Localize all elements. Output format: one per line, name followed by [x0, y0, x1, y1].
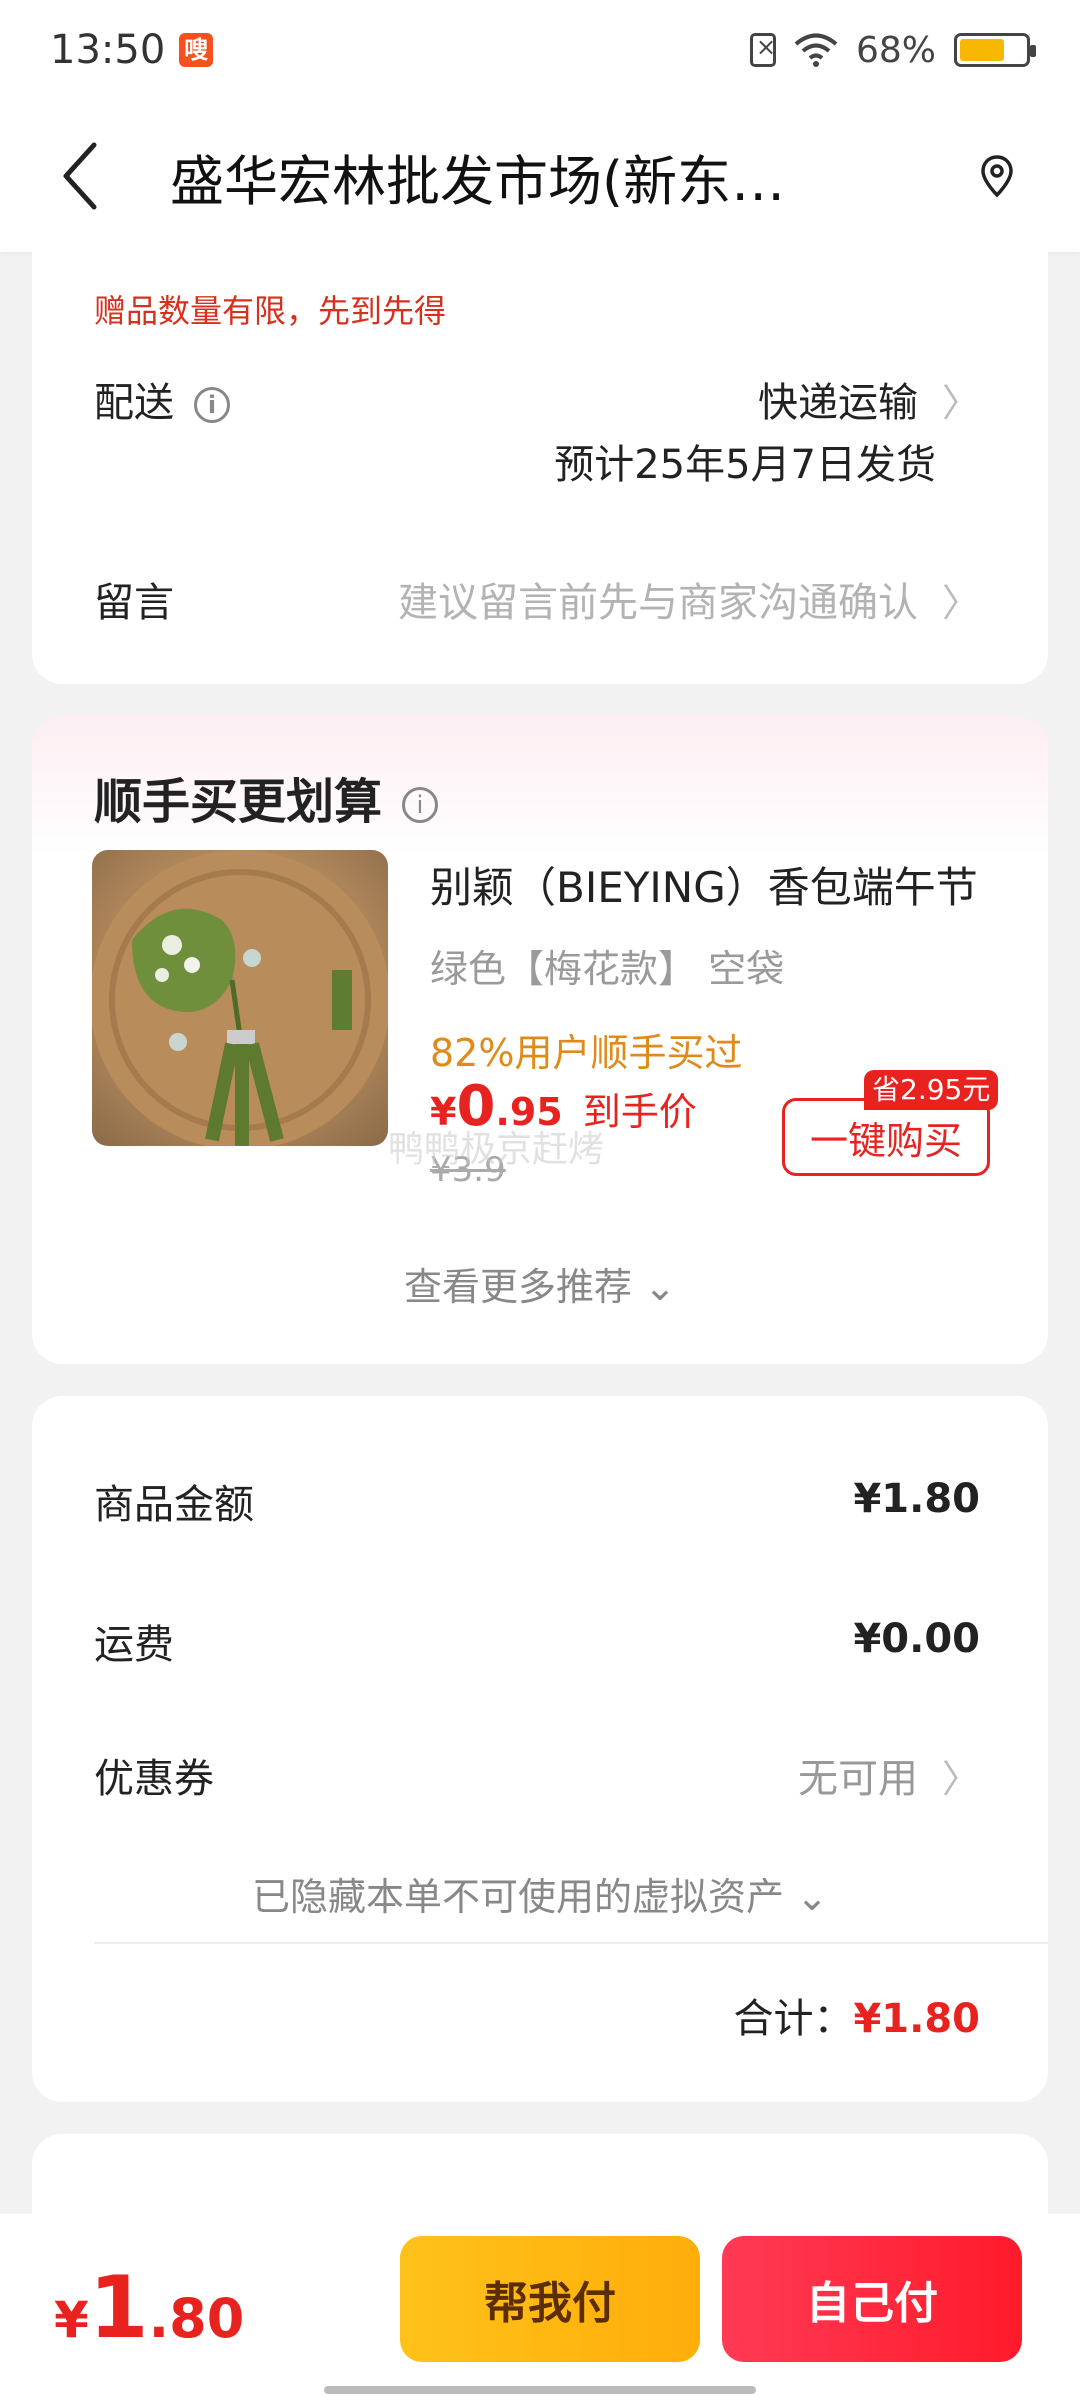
message-label: 留言 [94, 580, 174, 626]
delivery-label: 配送 [94, 380, 174, 426]
help-me-pay-button[interactable]: 帮我付 [400, 2236, 700, 2362]
bottom-total-price: ¥1.80 [54, 2258, 244, 2358]
info-icon[interactable]: i [194, 387, 230, 423]
chevron-right-icon: 〉 [941, 381, 980, 425]
total-row: 合计：¥1.80 [733, 1986, 980, 2044]
back-arrow-icon [63, 142, 97, 210]
delivery-method[interactable]: 快递运输〉 [758, 370, 980, 428]
total-label: 合计： [733, 1996, 854, 2042]
pay-myself-button[interactable]: 自己付 [722, 2236, 1022, 2362]
status-time: 13:50 [50, 27, 166, 73]
bottom-action-bar: ¥1.80 帮我付 自己付 [0, 2214, 1080, 2400]
battery-icon [954, 33, 1036, 67]
info-icon[interactable]: i [402, 787, 439, 823]
coupon-selector[interactable]: 无可用〉 [798, 1746, 980, 1804]
back-button[interactable] [60, 136, 120, 216]
product-spec: 绿色【梅花款】 空袋 [430, 947, 785, 991]
sim-icon [749, 33, 776, 67]
status-right: 68% [749, 29, 1036, 71]
bottom-currency: ¥ [54, 2291, 89, 2349]
delivery-eta: 预计25年5月7日发货 [554, 442, 936, 488]
wifi-icon [794, 33, 838, 67]
home-indicator[interactable] [324, 2386, 756, 2394]
delivery-label-row: 配送 i [94, 370, 230, 428]
gift-notice: 赠品数量有限，先到先得 [94, 292, 447, 330]
bottom-price-integer: 1 [88, 2258, 149, 2358]
hidden-assets-toggle[interactable]: 已隐藏本单不可使用的虚拟资产 ⌄ [32, 1866, 1048, 1921]
watermark: 鸭鸭极京赶烤 [388, 1129, 605, 1170]
sachet-image [92, 850, 388, 1146]
message-placeholder: 建议留言前先与商家沟通确认 [397, 580, 918, 626]
delivery-method-text: 快递运输 [757, 380, 918, 426]
save-badge: 省2.95元 [864, 1070, 999, 1110]
status-bar: 13:50 嗖 68% [0, 0, 1080, 100]
recommend-card: 顺手买更划算 i 别颖（BIEYING）香包端午节 绿色【梅花款】 空袋 82%用… [32, 716, 1048, 1364]
message-field[interactable]: 建议留言前先与商家沟通确认〉 [398, 570, 980, 628]
location-pin-icon[interactable] [974, 153, 1020, 199]
page-title: 盛华宏林批发市场(新东… [170, 149, 786, 213]
coupon-label: 优惠券 [94, 1756, 214, 1802]
more-recommendations-link[interactable]: 查看更多推荐 ⌄ [32, 1256, 1048, 1311]
bottom-price-decimal: .80 [148, 2287, 245, 2350]
goods-amount-label: 商品金额 [94, 1482, 254, 1528]
recommend-title: 顺手买更划算 [94, 774, 383, 830]
order-info-card: 赠品数量有限，先到先得 配送 i 快递运输〉 预计25年5月7日发货 留言 建议留… [32, 252, 1048, 684]
coupon-value: 无可用 [797, 1756, 918, 1802]
recommend-title-row: 顺手买更划算 i [94, 762, 439, 832]
price-summary-card: 商品金额 ¥1.80 运费 ¥0.00 优惠券 无可用〉 已隐藏本单不可使用的虚… [32, 1396, 1048, 2102]
total-value: ¥1.80 [853, 1996, 980, 2042]
bought-rate: 82%用户顺手买过 [430, 1031, 743, 1075]
goods-amount-value: ¥1.80 [853, 1476, 980, 1522]
app-notification-icon: 嗖 [179, 33, 214, 67]
product-name[interactable]: 别颖（BIEYING）香包端午节 [430, 854, 990, 915]
shipping-label: 运费 [94, 1622, 174, 1668]
shipping-value: ¥0.00 [853, 1616, 980, 1662]
chevron-right-icon: 〉 [941, 1757, 980, 1801]
divider [94, 1942, 1048, 1944]
battery-percent: 68% [855, 29, 936, 71]
header: 盛华宏林批发市场(新东… [0, 100, 1080, 252]
product-image[interactable] [92, 850, 388, 1146]
chevron-right-icon: 〉 [941, 581, 980, 625]
